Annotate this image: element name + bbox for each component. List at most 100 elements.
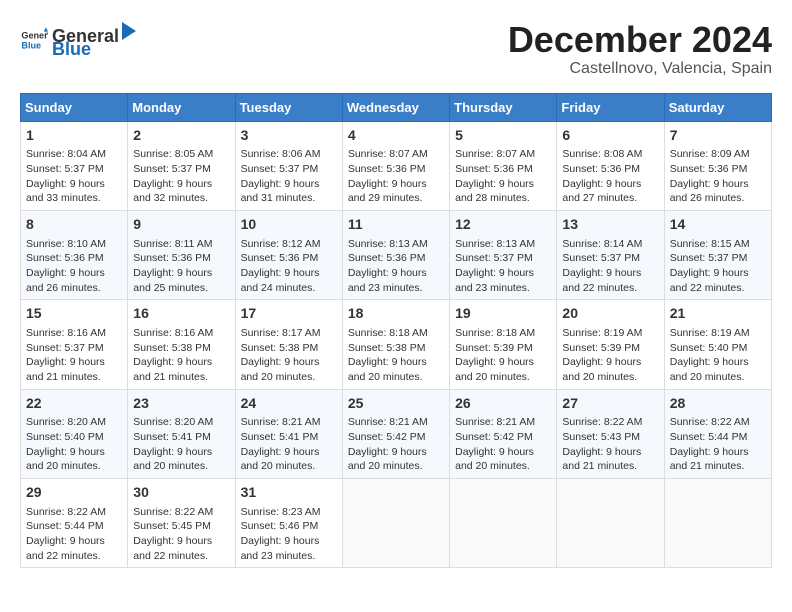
- daylight-label: Daylight: 9 hours and 21 minutes.: [26, 356, 105, 383]
- title-section: December 2024 Castellnovo, Valencia, Spa…: [508, 20, 772, 78]
- daylight-label: Daylight: 9 hours and 21 minutes.: [562, 446, 641, 473]
- sunrise-label: Sunrise: 8:21 AM: [455, 416, 535, 428]
- day-number: 16: [133, 304, 229, 324]
- calendar-cell: 25 Sunrise: 8:21 AM Sunset: 5:42 PM Dayl…: [342, 389, 449, 478]
- calendar-cell: 6 Sunrise: 8:08 AM Sunset: 5:36 PM Dayli…: [557, 121, 664, 210]
- sunset-label: Sunset: 5:38 PM: [133, 342, 211, 354]
- daylight-label: Daylight: 9 hours and 20 minutes.: [241, 446, 320, 473]
- day-number: 9: [133, 215, 229, 235]
- location-title: Castellnovo, Valencia, Spain: [508, 60, 772, 78]
- daylight-label: Daylight: 9 hours and 23 minutes.: [348, 267, 427, 294]
- sunset-label: Sunset: 5:37 PM: [562, 252, 640, 264]
- sunset-label: Sunset: 5:38 PM: [348, 342, 426, 354]
- day-of-week-header: Thursday: [450, 93, 557, 121]
- sunset-label: Sunset: 5:36 PM: [562, 163, 640, 175]
- day-number: 25: [348, 394, 444, 414]
- sunset-label: Sunset: 5:46 PM: [241, 520, 319, 532]
- day-of-week-header: Friday: [557, 93, 664, 121]
- daylight-label: Daylight: 9 hours and 23 minutes.: [241, 535, 320, 562]
- daylight-label: Daylight: 9 hours and 33 minutes.: [26, 178, 105, 205]
- day-number: 15: [26, 304, 122, 324]
- calendar-week-row: 15 Sunrise: 8:16 AM Sunset: 5:37 PM Dayl…: [21, 300, 772, 389]
- calendar-week-row: 29 Sunrise: 8:22 AM Sunset: 5:44 PM Dayl…: [21, 478, 772, 567]
- day-number: 20: [562, 304, 658, 324]
- calendar-cell: 9 Sunrise: 8:11 AM Sunset: 5:36 PM Dayli…: [128, 210, 235, 299]
- day-number: 19: [455, 304, 551, 324]
- day-number: 5: [455, 126, 551, 146]
- sunrise-label: Sunrise: 8:17 AM: [241, 327, 321, 339]
- day-of-week-header: Monday: [128, 93, 235, 121]
- calendar-cell: 26 Sunrise: 8:21 AM Sunset: 5:42 PM Dayl…: [450, 389, 557, 478]
- daylight-label: Daylight: 9 hours and 23 minutes.: [455, 267, 534, 294]
- day-number: 3: [241, 126, 337, 146]
- svg-text:General: General: [21, 31, 48, 41]
- sunset-label: Sunset: 5:36 PM: [455, 163, 533, 175]
- calendar-cell: 14 Sunrise: 8:15 AM Sunset: 5:37 PM Dayl…: [664, 210, 771, 299]
- calendar-cell: 21 Sunrise: 8:19 AM Sunset: 5:40 PM Dayl…: [664, 300, 771, 389]
- sunrise-label: Sunrise: 8:22 AM: [133, 506, 213, 518]
- sunset-label: Sunset: 5:36 PM: [348, 163, 426, 175]
- calendar-cell: 22 Sunrise: 8:20 AM Sunset: 5:40 PM Dayl…: [21, 389, 128, 478]
- daylight-label: Daylight: 9 hours and 24 minutes.: [241, 267, 320, 294]
- day-number: 27: [562, 394, 658, 414]
- daylight-label: Daylight: 9 hours and 20 minutes.: [348, 356, 427, 383]
- day-number: 23: [133, 394, 229, 414]
- day-number: 7: [670, 126, 766, 146]
- day-of-week-header: Saturday: [664, 93, 771, 121]
- sunrise-label: Sunrise: 8:22 AM: [670, 416, 750, 428]
- day-number: 21: [670, 304, 766, 324]
- sunset-label: Sunset: 5:36 PM: [26, 252, 104, 264]
- calendar-cell: 19 Sunrise: 8:18 AM Sunset: 5:39 PM Dayl…: [450, 300, 557, 389]
- sunset-label: Sunset: 5:36 PM: [348, 252, 426, 264]
- calendar-cell: 4 Sunrise: 8:07 AM Sunset: 5:36 PM Dayli…: [342, 121, 449, 210]
- daylight-label: Daylight: 9 hours and 26 minutes.: [26, 267, 105, 294]
- sunrise-label: Sunrise: 8:20 AM: [133, 416, 213, 428]
- calendar-cell: 31 Sunrise: 8:23 AM Sunset: 5:46 PM Dayl…: [235, 478, 342, 567]
- calendar-cell: 11 Sunrise: 8:13 AM Sunset: 5:36 PM Dayl…: [342, 210, 449, 299]
- daylight-label: Daylight: 9 hours and 21 minutes.: [133, 356, 212, 383]
- calendar-cell: 2 Sunrise: 8:05 AM Sunset: 5:37 PM Dayli…: [128, 121, 235, 210]
- day-number: 28: [670, 394, 766, 414]
- calendar-cell: 17 Sunrise: 8:17 AM Sunset: 5:38 PM Dayl…: [235, 300, 342, 389]
- sunrise-label: Sunrise: 8:22 AM: [562, 416, 642, 428]
- calendar-cell: 24 Sunrise: 8:21 AM Sunset: 5:41 PM Dayl…: [235, 389, 342, 478]
- sunrise-label: Sunrise: 8:13 AM: [348, 238, 428, 250]
- month-title: December 2024: [508, 20, 772, 60]
- calendar-cell: 20 Sunrise: 8:19 AM Sunset: 5:39 PM Dayl…: [557, 300, 664, 389]
- daylight-label: Daylight: 9 hours and 20 minutes.: [133, 446, 212, 473]
- calendar-cell: 18 Sunrise: 8:18 AM Sunset: 5:38 PM Dayl…: [342, 300, 449, 389]
- daylight-label: Daylight: 9 hours and 22 minutes.: [26, 535, 105, 562]
- daylight-label: Daylight: 9 hours and 32 minutes.: [133, 178, 212, 205]
- daylight-label: Daylight: 9 hours and 21 minutes.: [670, 446, 749, 473]
- day-number: 26: [455, 394, 551, 414]
- sunset-label: Sunset: 5:45 PM: [133, 520, 211, 532]
- sunset-label: Sunset: 5:40 PM: [670, 342, 748, 354]
- daylight-label: Daylight: 9 hours and 29 minutes.: [348, 178, 427, 205]
- sunrise-label: Sunrise: 8:16 AM: [133, 327, 213, 339]
- sunrise-label: Sunrise: 8:06 AM: [241, 148, 321, 160]
- sunrise-label: Sunrise: 8:07 AM: [455, 148, 535, 160]
- day-of-week-header: Sunday: [21, 93, 128, 121]
- sunset-label: Sunset: 5:36 PM: [670, 163, 748, 175]
- sunset-label: Sunset: 5:37 PM: [26, 163, 104, 175]
- daylight-label: Daylight: 9 hours and 22 minutes.: [670, 267, 749, 294]
- calendar-cell: 28 Sunrise: 8:22 AM Sunset: 5:44 PM Dayl…: [664, 389, 771, 478]
- calendar-cell: 30 Sunrise: 8:22 AM Sunset: 5:45 PM Dayl…: [128, 478, 235, 567]
- calendar-table: SundayMondayTuesdayWednesdayThursdayFrid…: [20, 93, 772, 569]
- daylight-label: Daylight: 9 hours and 20 minutes.: [455, 446, 534, 473]
- day-number: 6: [562, 126, 658, 146]
- sunset-label: Sunset: 5:37 PM: [26, 342, 104, 354]
- logo: General Blue General Blue: [20, 20, 139, 60]
- day-number: 22: [26, 394, 122, 414]
- day-of-week-header: Tuesday: [235, 93, 342, 121]
- daylight-label: Daylight: 9 hours and 28 minutes.: [455, 178, 534, 205]
- daylight-label: Daylight: 9 hours and 20 minutes.: [348, 446, 427, 473]
- calendar-cell: 12 Sunrise: 8:13 AM Sunset: 5:37 PM Dayl…: [450, 210, 557, 299]
- calendar-cell: [342, 478, 449, 567]
- calendar-cell: 8 Sunrise: 8:10 AM Sunset: 5:36 PM Dayli…: [21, 210, 128, 299]
- calendar-header-row: SundayMondayTuesdayWednesdayThursdayFrid…: [21, 93, 772, 121]
- sunset-label: Sunset: 5:40 PM: [26, 431, 104, 443]
- sunset-label: Sunset: 5:41 PM: [241, 431, 319, 443]
- sunset-label: Sunset: 5:42 PM: [348, 431, 426, 443]
- daylight-label: Daylight: 9 hours and 20 minutes.: [562, 356, 641, 383]
